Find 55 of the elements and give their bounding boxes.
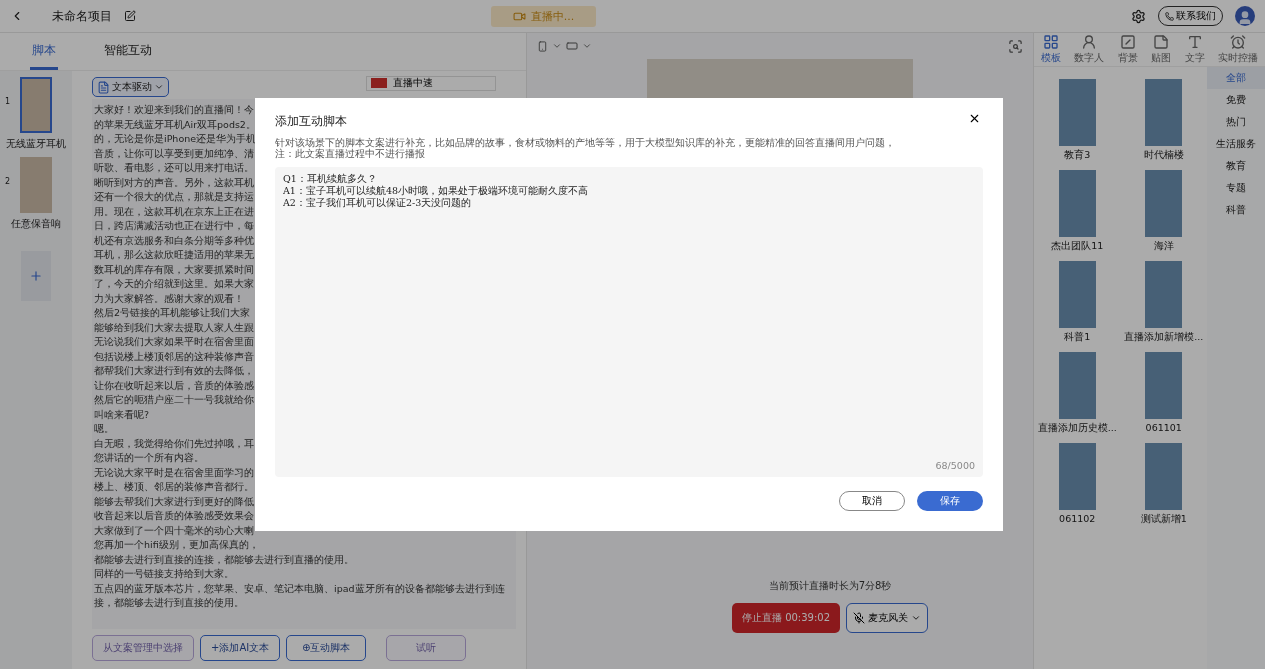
scene-name: 无线蓝牙耳机 <box>6 138 66 151</box>
script-line: 了，今天的介绍就到这里。如果大家 <box>94 277 254 291</box>
script-line: 能够去帮我们大家进行到更好的降低 <box>94 494 254 509</box>
script-line: 都帮我们大家进行到有效的去降低， <box>94 364 254 378</box>
script-line: 日，跨店满减活动也正在进行中，每 <box>94 219 254 233</box>
template-name: 直播添加新增模... <box>1124 331 1204 344</box>
script-line: 耳机，那么这款欣旺捷适用的苹果无 <box>94 248 254 262</box>
script-line: 接，都能够去进行到直接的使用。 <box>94 596 244 610</box>
script-line: 机还有京选服务和白条分期等多种优 <box>94 233 254 248</box>
script-line: 能够给到我们大家去提取人家人生跟 <box>94 320 254 335</box>
template-name: 直播添加历史模... <box>1037 422 1117 435</box>
template-name: 杰出团队11 <box>1051 240 1104 253</box>
script-line: 收音起来以后音质的体验感受效果会 <box>94 509 254 523</box>
template-name: 时代楠楼 <box>1143 149 1184 162</box>
script-line: 五点四的蓝牙版本芯片，您苹果、安卓、笔记本电脑、ipad蓝牙所有的设备都能够去进行到连 <box>94 581 505 596</box>
template-name: 科普1 <box>1064 331 1091 344</box>
script-line: 然后2号链接的耳机能够让我们大家 <box>94 306 251 320</box>
template-name: 061102 <box>1059 513 1096 524</box>
script-line: 大家做到了一个四十毫米的动心大喇 <box>94 523 254 538</box>
script-line: 包括说楼上楼顶邻居的这种装修声音 <box>94 349 254 364</box>
script-line: 然后它的呃猎户座二十一号我就给你 <box>94 393 254 407</box>
script-line: 无论说我们大家如果平时在宿舍里面 <box>94 335 254 349</box>
script-line: 您讲话的一个所有内容。 <box>94 451 204 465</box>
scene-number: 1 <box>5 97 11 106</box>
dialog-note: 注：此文案直播过程中不进行播报 <box>275 148 425 159</box>
script-line: 无论说大家平时是在宿舍里面学习的 <box>94 465 254 480</box>
script-line: 您再加一个hifi级别，更加高保真的， <box>94 538 259 552</box>
script-line: 楼上、楼顶、邻居的装修声音都行。 <box>94 480 254 494</box>
script-line: 都能够去进行到直接的连接，都能够去进行到直播的使用。 <box>94 552 354 567</box>
template-name: 测试新增1 <box>1140 513 1187 526</box>
script-line: 白无暇，我觉得给你们先过掉哦，耳 <box>94 436 254 451</box>
script-line: 晰听到对方的声音。另外，这款耳机 <box>94 175 254 190</box>
script-line: 力为大家解答。感谢大家的观看！ <box>94 291 244 306</box>
script-line: 同样的一号链接支持给到大家。 <box>94 567 234 581</box>
script-line: 还有一个很大的优点，那就是支持运 <box>94 190 254 204</box>
scene-number: 2 <box>5 177 11 186</box>
script-line: 听歌、看电影，还可以用来打电话。 <box>94 161 254 175</box>
script-line: 嗯。 <box>94 422 114 436</box>
script-line: 大家好！欢迎来到我们的直播间！今 <box>94 103 254 117</box>
duration-text: 当前预计直播时长为7分8秒 <box>768 579 892 593</box>
template-name: 061101 <box>1145 422 1182 433</box>
script-line: 叫啥来看呢? <box>94 407 150 422</box>
dialog-title: 添加互动脚本 <box>275 114 347 129</box>
script-line: 的苹果无线蓝牙耳机Air双耳pods2。 <box>94 117 256 132</box>
script-line: 音质，让你可以享受到更加纯净、清 <box>94 146 254 161</box>
script-line: 让你在收听起来以后，音质的体验感 <box>94 378 254 393</box>
template-name: 海洋 <box>1153 240 1174 253</box>
script-line: 数耳机的库存有限，大家要抓紧时间 <box>94 262 254 277</box>
live-status-badge: 直播中... <box>490 5 597 27</box>
script-line: 用。现在，这款耳机在京东上正在进 <box>94 204 254 219</box>
template-name: 教育3 <box>1064 149 1091 162</box>
scene-name: 任意保音响 <box>11 218 61 231</box>
project-title: 未命名项目 <box>52 7 112 25</box>
dialog-description: 针对该场景下的脚本文案进行补充，比如品牌的故事，食材或物料的产地等等，用于大模型知识库的补充，更能精准的回答直播间用户问题， <box>275 137 895 148</box>
character-counter: 68/5000 <box>935 460 975 471</box>
